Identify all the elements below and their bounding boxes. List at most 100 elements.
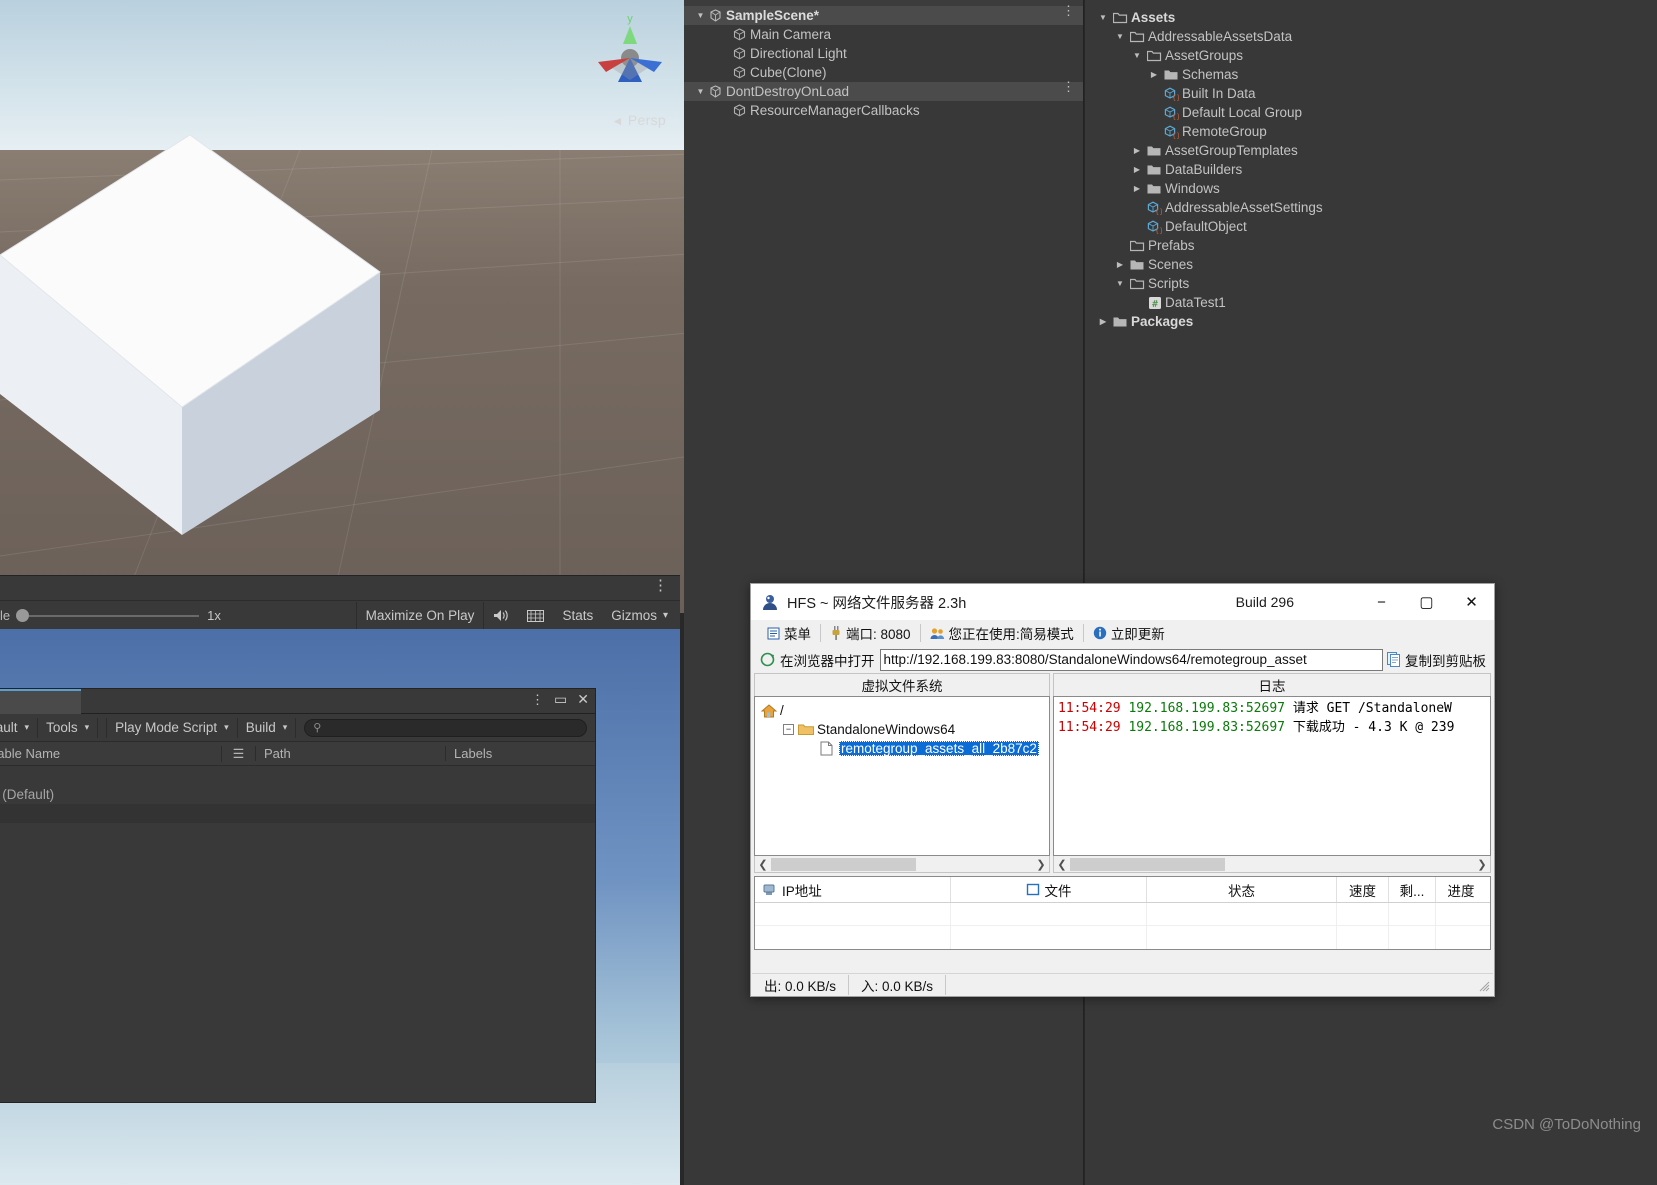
chevron-down-icon[interactable]: ▼	[694, 87, 707, 96]
chevron-right-icon[interactable]: ▶	[1129, 184, 1145, 193]
scene-view[interactable]: y x z ◄ Persp	[0, 0, 718, 613]
gizmos-button[interactable]: Gizmos	[602, 601, 661, 631]
project-item-addressableassetsettings[interactable]: {}AddressableAssetSettings	[1085, 198, 1657, 217]
column-addressable-name[interactable]: ne \ Addressable Name	[0, 746, 221, 761]
copy-to-clipboard-button[interactable]: 复制到剪贴板	[1383, 650, 1490, 670]
hfs-window-controls[interactable]: − ▢ ✕	[1359, 584, 1494, 620]
table-row[interactable]	[755, 903, 1490, 926]
close-icon[interactable]: ✕	[577, 691, 589, 708]
connections-table[interactable]: IP地址 文件 状态 速度 剩... 进度	[754, 876, 1491, 950]
maximize-on-play-button[interactable]: Maximize On Play	[357, 601, 484, 631]
column-remaining[interactable]: 剩...	[1389, 877, 1436, 902]
row-kebab-icon[interactable]: ⋮	[1062, 80, 1075, 93]
grid-icon[interactable]	[518, 601, 553, 631]
column-progress[interactable]: 进度	[1436, 877, 1486, 902]
project-item-windows[interactable]: ▶ Windows	[1085, 179, 1657, 198]
hierarchy-item-cube-clone[interactable]: Cube(Clone)	[684, 63, 1083, 82]
addressables-tabbar[interactable]: les Groups ⋮ ▭ ✕	[0, 689, 595, 714]
cube-object[interactable]	[0, 110, 430, 580]
chevron-down-icon[interactable]: ▼	[694, 11, 707, 20]
mode-button[interactable]: 您正在使用:简易模式	[921, 622, 1083, 644]
hierarchy-item-resourcemanagercallbacks[interactable]: ResourceManagerCallbacks	[684, 101, 1083, 120]
project-item-scenes[interactable]: ▶ Scenes	[1085, 255, 1657, 274]
vfs-node-[interactable]: /	[761, 701, 1049, 720]
speaker-icon[interactable]	[484, 601, 518, 631]
project-item-prefabs[interactable]: Prefabs	[1085, 236, 1657, 255]
url-input[interactable]: http://192.168.199.83:8080/StandaloneWin…	[879, 648, 1383, 671]
stats-button[interactable]: Stats	[553, 601, 602, 631]
scene-orientation-gizmo[interactable]: y x z	[584, 10, 676, 102]
project-item-schemas[interactable]: ▶ Schemas	[1085, 65, 1657, 84]
chevron-down-icon[interactable]: ▼	[1112, 279, 1128, 288]
project-item-assetgroups[interactable]: ▼ AssetGroups	[1085, 46, 1657, 65]
project-item-assets[interactable]: ▼ Assets	[1085, 8, 1657, 27]
chevron-right-icon[interactable]: ▶	[1095, 317, 1111, 326]
scroll-right-icon[interactable]: ❯	[1474, 858, 1490, 871]
resize-grip-icon[interactable]	[1478, 980, 1490, 992]
table-row[interactable]	[755, 926, 1490, 949]
menu-button[interactable]: 菜单	[758, 622, 820, 644]
chevron-down-icon[interactable]: ▼	[1129, 51, 1145, 60]
log-pane[interactable]: 日志 11:54:29 192.168.199.83:52697 请求 GET …	[1053, 673, 1491, 873]
column-status[interactable]: 状态	[1147, 877, 1337, 902]
log-entry[interactable]: 11:54:29 192.168.199.83:52697 下载成功 - 4.3…	[1058, 718, 1490, 737]
hfs-urlbar[interactable]: 在浏览器中打开 http://192.168.199.83:8080/Stand…	[751, 646, 1494, 673]
vfs-node-remotegroup-assets-all-2b87c2[interactable]: remotegroup_assets_all_2b87c2	[761, 739, 1049, 758]
scale-slider-track[interactable]	[29, 614, 200, 617]
project-item-defaultobject[interactable]: {}DefaultObject	[1085, 217, 1657, 236]
chevron-right-icon[interactable]: ▶	[1112, 260, 1128, 269]
window-controls[interactable]: ⋮ ▭ ✕	[531, 691, 589, 708]
hierarchy-item-directional-light[interactable]: Directional Light	[684, 44, 1083, 63]
scroll-left-icon[interactable]: ❮	[755, 858, 771, 871]
scroll-right-icon[interactable]: ❯	[1033, 858, 1049, 871]
addressables-groups-window[interactable]: les Groups ⋮ ▭ ✕ Profile: Default▾ Tools…	[0, 688, 596, 1103]
hierarchy-item-samplescene[interactable]: ▼ SampleScene* ⋮	[684, 4, 1083, 25]
column-path[interactable]: Path	[255, 746, 445, 761]
game-view-kebab-icon[interactable]: ⋮	[653, 578, 668, 593]
scroll-thumb[interactable]	[1070, 857, 1225, 871]
row-kebab-icon[interactable]: ⋮	[1062, 4, 1075, 17]
play-mode-script-dropdown[interactable]: Play Mode Script ▾	[107, 717, 238, 738]
tab-addressables-groups[interactable]: les Groups	[0, 689, 81, 714]
chevron-right-icon[interactable]: ▶	[1146, 70, 1162, 79]
column-labels[interactable]: Labels	[445, 746, 595, 761]
chevron-right-icon[interactable]: ▶	[1129, 165, 1145, 174]
hierarchy-item-dontdestroyonload[interactable]: ▼ DontDestroyOnLoad ⋮	[684, 80, 1083, 101]
project-item-remotegroup[interactable]: {}RemoteGroup	[1085, 122, 1657, 141]
column-file[interactable]: 文件	[951, 877, 1147, 902]
open-in-browser-button[interactable]: 在浏览器中打开	[755, 650, 880, 670]
game-view-toolbar[interactable]: ⋮ le 1x Maximize On Play Stats Gizmos ▾	[0, 575, 680, 631]
table-row[interactable]: Local Group (Default)	[0, 785, 595, 804]
update-button[interactable]: 立即更新	[1084, 622, 1174, 644]
chevron-down-icon[interactable]: ▼	[1095, 13, 1111, 22]
group-icon[interactable]: ☰	[221, 745, 255, 762]
hfs-titlebar[interactable]: HFS ~ 网络文件服务器 2.3h Build 296 − ▢ ✕	[751, 584, 1494, 620]
log-hscrollbar[interactable]: ❮ ❯	[1053, 856, 1491, 873]
column-speed[interactable]: 速度	[1337, 877, 1389, 902]
expander-collapse-icon[interactable]: −	[783, 724, 794, 735]
tools-dropdown[interactable]: Tools ▾	[38, 717, 99, 738]
scale-slider-handle[interactable]	[16, 609, 30, 622]
project-item-addressableassetsdata[interactable]: ▼ AddressableAssetsData	[1085, 27, 1657, 46]
column-ip-address[interactable]: IP地址	[755, 877, 951, 902]
addressables-column-header[interactable]: ne \ Addressable Name ☰ Path Labels	[0, 742, 595, 766]
chevron-down-icon[interactable]: ▼	[1112, 32, 1128, 41]
close-button[interactable]: ✕	[1449, 584, 1494, 620]
table-row[interactable]: Group	[0, 804, 595, 823]
vfs-hscrollbar[interactable]: ❮ ❯	[754, 856, 1050, 873]
project-item-databuilders[interactable]: ▶ DataBuilders	[1085, 160, 1657, 179]
hfs-menubar[interactable]: 菜单 端口: 8080 您正在使用:简易模式 立即更新	[751, 620, 1494, 646]
hfs-window[interactable]: HFS ~ 网络文件服务器 2.3h Build 296 − ▢ ✕ 菜单 端口…	[750, 583, 1495, 997]
search-input[interactable]: ⚲	[304, 718, 587, 737]
profile-dropdown[interactable]: Profile: Default▾	[0, 717, 39, 738]
maximize-button[interactable]: ▢	[1404, 584, 1449, 620]
project-item-packages[interactable]: ▶ Packages	[1085, 312, 1657, 331]
log-entry[interactable]: 11:54:29 192.168.199.83:52697 请求 GET /St…	[1058, 699, 1490, 718]
minimize-button[interactable]: −	[1359, 584, 1404, 620]
port-button[interactable]: 端口: 8080	[821, 622, 920, 644]
addressables-toolbar[interactable]: Profile: Default▾ Tools▾ Play Mode Scrip…	[0, 714, 595, 742]
scroll-thumb[interactable]	[771, 857, 916, 871]
vfs-node-standalonewindows64[interactable]: − StandaloneWindows64	[761, 720, 1049, 739]
scroll-left-icon[interactable]: ❮	[1054, 858, 1070, 871]
vfs-tree[interactable]: / − StandaloneWindows64 remotegroup_assets_…	[754, 696, 1050, 856]
